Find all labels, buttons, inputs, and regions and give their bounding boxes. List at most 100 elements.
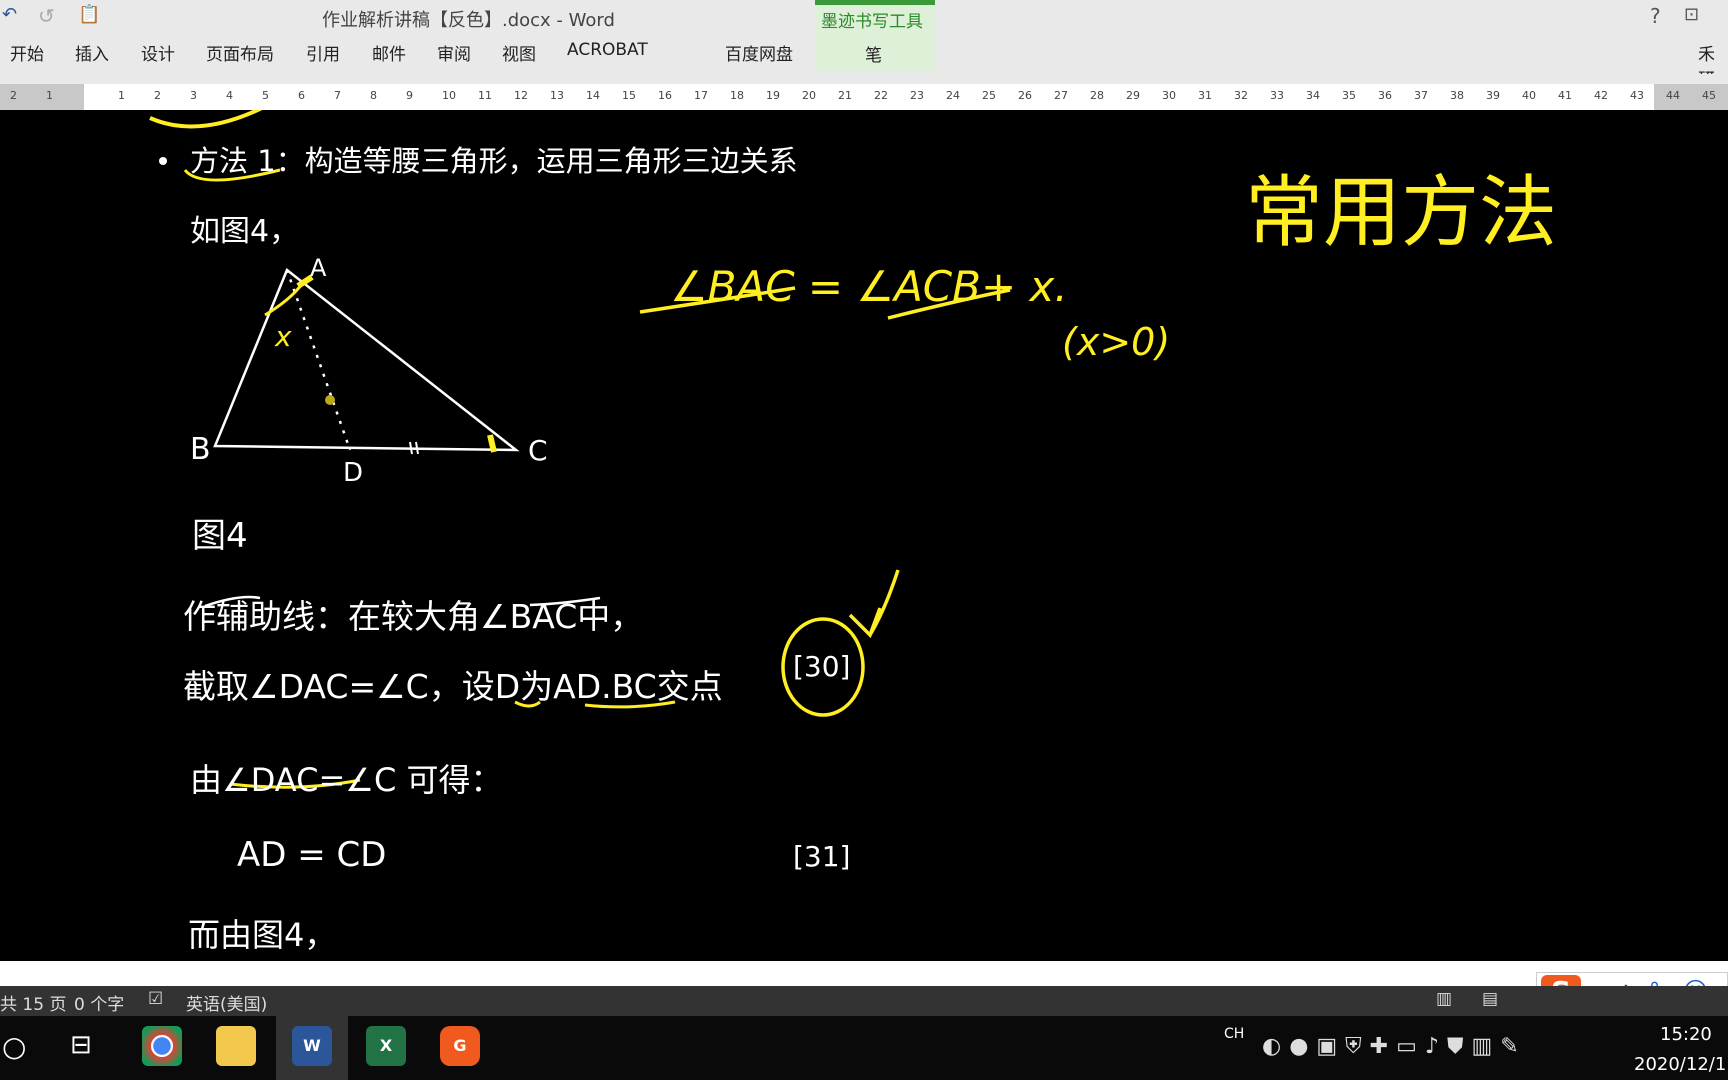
task-view-icon[interactable]: ⊟ — [70, 1030, 92, 1060]
language[interactable]: 英语(美国) — [186, 990, 267, 1015]
triangle-figure — [213, 267, 520, 452]
vertex-label-b: B — [190, 432, 211, 467]
ruler-tick: 35 — [1342, 89, 1356, 102]
clock-time[interactable]: 15:20 — [1660, 1024, 1712, 1045]
tab-design[interactable]: 设计 — [141, 40, 175, 65]
tab-acrobat[interactable]: ACROBAT — [567, 40, 648, 60]
ruler-tick: 2 — [154, 89, 161, 102]
ribbon-spacer — [0, 74, 1728, 84]
ink-title: 常用方法 — [1245, 168, 1558, 258]
tab-review[interactable]: 审阅 — [437, 40, 471, 65]
tab-insert[interactable]: 插入 — [75, 40, 109, 65]
ruler-tick: 38 — [1450, 89, 1464, 102]
ruler-tick: 27 — [1054, 89, 1068, 102]
ruler-tick: 5 — [262, 89, 269, 102]
ruler-tick: 8 — [370, 89, 377, 102]
ruler-tick: 14 — [586, 89, 600, 102]
ruler-tick: 41 — [1558, 89, 1572, 102]
ruler-tick: 43 — [1630, 89, 1644, 102]
chrome-icon[interactable] — [142, 1026, 182, 1066]
ruler-tick: 18 — [730, 89, 744, 102]
ruler-tick: 36 — [1378, 89, 1392, 102]
continuation-line: 而由图4， — [188, 916, 337, 954]
undo-icon[interactable]: ↶ — [2, 4, 17, 25]
file-explorer-icon[interactable] — [216, 1026, 256, 1066]
input-language[interactable]: CH — [1224, 1026, 1244, 1042]
ruler-tick: 9 — [406, 89, 413, 102]
tab-home[interactable]: 开始 — [10, 40, 44, 65]
print-layout-icon[interactable]: ▤ — [1482, 989, 1498, 1009]
equation-ref-30: [30] — [793, 650, 851, 683]
ruler-tick: 12 — [514, 89, 528, 102]
taskbar: ○ ⊟ W X G CH ◐●▣⛨✚▭♪⛊▥✎ 15:20 2020/12/1 — [0, 1016, 1728, 1080]
ruler-tick: 31 — [1198, 89, 1212, 102]
ink-tools-tab-group: 墨迹书写工具 笔 — [815, 0, 935, 72]
ruler-tick: 23 — [910, 89, 924, 102]
excel-icon[interactable]: X — [366, 1026, 406, 1066]
ruler-tick: 17 — [694, 89, 708, 102]
read-mode-icon[interactable]: ▥ — [1436, 989, 1452, 1009]
ruler-tick: 28 — [1090, 89, 1104, 102]
tab-baidu[interactable]: 百度网盘 — [725, 40, 793, 65]
ruler-tick: 1 — [46, 89, 53, 102]
ruler-tick: 7 — [334, 89, 341, 102]
figure-caption: 图4 — [192, 516, 248, 556]
ruler-tick: 15 — [622, 89, 636, 102]
status-bar: 共 15 页 0 个字 ☑ 英语(美国) ▥ ▤ — [0, 986, 1728, 1016]
cortana-icon[interactable]: ○ — [2, 1030, 26, 1063]
ruler-tick: 24 — [946, 89, 960, 102]
ruler-tick: 26 — [1018, 89, 1032, 102]
ruler-tick: 20 — [802, 89, 816, 102]
clock-date[interactable]: 2020/12/1 — [1634, 1054, 1726, 1075]
ruler-tick: 44 — [1666, 89, 1680, 102]
ruler-tick: 45 — [1702, 89, 1716, 102]
ruler-tick: 34 — [1306, 89, 1320, 102]
ribbon-display-icon[interactable]: ⊡ — [1684, 4, 1699, 25]
redo-icon[interactable]: ↺ — [38, 4, 55, 28]
point-label-d: D — [343, 458, 364, 488]
ink-equation: ∠BAC = ∠ACB+ x. — [670, 262, 1068, 311]
tab-view[interactable]: 视图 — [502, 40, 536, 65]
paste-icon[interactable]: 📋 — [78, 4, 100, 25]
figure-reference: 如图4， — [190, 214, 300, 249]
page-gap — [0, 961, 1728, 986]
ruler-tick: 33 — [1270, 89, 1284, 102]
ruler-tick: 1 — [118, 89, 125, 102]
vertex-label-a: A — [310, 254, 327, 282]
ruler-tick: 25 — [982, 89, 996, 102]
word-count[interactable]: 0 个字 — [74, 990, 124, 1015]
document-page[interactable]: 方法 1：构造等腰三角形，运用三角形三边关系 如图4， A B C D x 图4… — [0, 110, 1728, 961]
construction-line-1: 作辅助线：在较大角∠BAC中， — [183, 597, 644, 636]
app-icon[interactable]: G — [440, 1026, 480, 1066]
ruler-tick: 11 — [478, 89, 492, 102]
ruler-tick: 16 — [658, 89, 672, 102]
derivation-line: 由∠DAC=∠C 可得： — [190, 761, 503, 799]
construction-line-2: 截取∠DAC=∠C，设D为AD.BC交点 — [183, 667, 723, 706]
ruler-tick: 2 — [10, 89, 17, 102]
tab-references[interactable]: 引用 — [306, 40, 340, 65]
ruler-tick: 30 — [1162, 89, 1176, 102]
vertex-label-c: C — [528, 434, 548, 467]
ink-tools-label: 墨迹书写工具 — [821, 12, 923, 32]
ruler-tick: 37 — [1414, 89, 1428, 102]
tab-layout[interactable]: 页面布局 — [206, 40, 274, 65]
equation-ad-cd: AD = CD — [237, 835, 387, 875]
word-taskbar-button[interactable]: W — [276, 1016, 348, 1080]
angle-label-x: x — [275, 320, 292, 353]
ruler-tick: 6 — [298, 89, 305, 102]
proofing-icon[interactable]: ☑ — [148, 989, 163, 1009]
tab-pen[interactable]: 笔 — [865, 41, 882, 66]
ruler-tick: 19 — [766, 89, 780, 102]
ruler-tick: 13 — [550, 89, 564, 102]
equation-ref-31: [31] — [793, 840, 851, 873]
ruler-tick: 22 — [874, 89, 888, 102]
ink-condition: (x>0) — [1062, 320, 1171, 364]
method-heading: 方法 1：构造等腰三角形，运用三角形三边关系 — [190, 144, 798, 178]
page-count[interactable]: 共 15 页 — [0, 990, 66, 1015]
tray-icons[interactable]: ◐●▣⛨✚▭♪⛊▥✎ — [1262, 1034, 1527, 1059]
help-button[interactable]: ? — [1650, 4, 1661, 28]
tab-mailings[interactable]: 邮件 — [372, 40, 406, 65]
ruler-tick: 3 — [190, 89, 197, 102]
ruler-tick: 32 — [1234, 89, 1248, 102]
ruler-tick: 40 — [1522, 89, 1536, 102]
